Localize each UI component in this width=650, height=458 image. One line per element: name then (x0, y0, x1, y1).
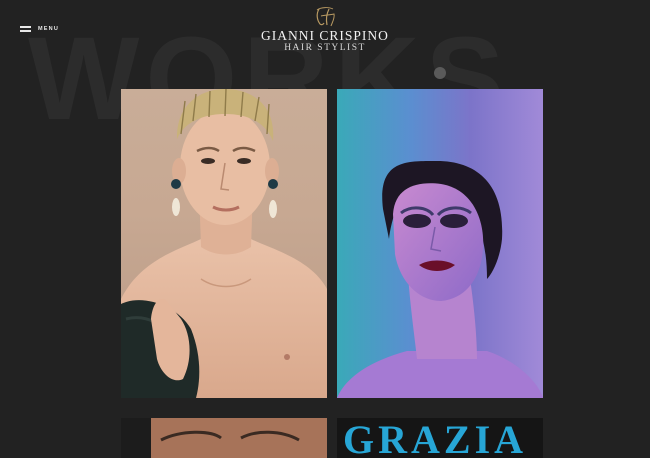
gallery-item-4[interactable]: GRAZIA (337, 418, 543, 458)
brand-subtitle: HAIR STYLIST (284, 43, 366, 53)
brand-name: GIANNI CRISPINO (261, 28, 389, 43)
monogram-logo (0, 6, 650, 27)
gallery-item-2[interactable] (337, 89, 543, 398)
face-closeup-image (121, 418, 327, 458)
site-logo[interactable]: GIANNI CRISPINO HAIR STYLIST (0, 6, 650, 54)
portrait-man-image (121, 89, 327, 398)
portrait-woman-image (337, 160, 543, 398)
magazine-cover-title: GRAZIA (343, 418, 528, 458)
gallery-item-1[interactable] (121, 89, 327, 398)
background-dot (434, 67, 446, 79)
gallery-item-3[interactable] (121, 418, 327, 458)
